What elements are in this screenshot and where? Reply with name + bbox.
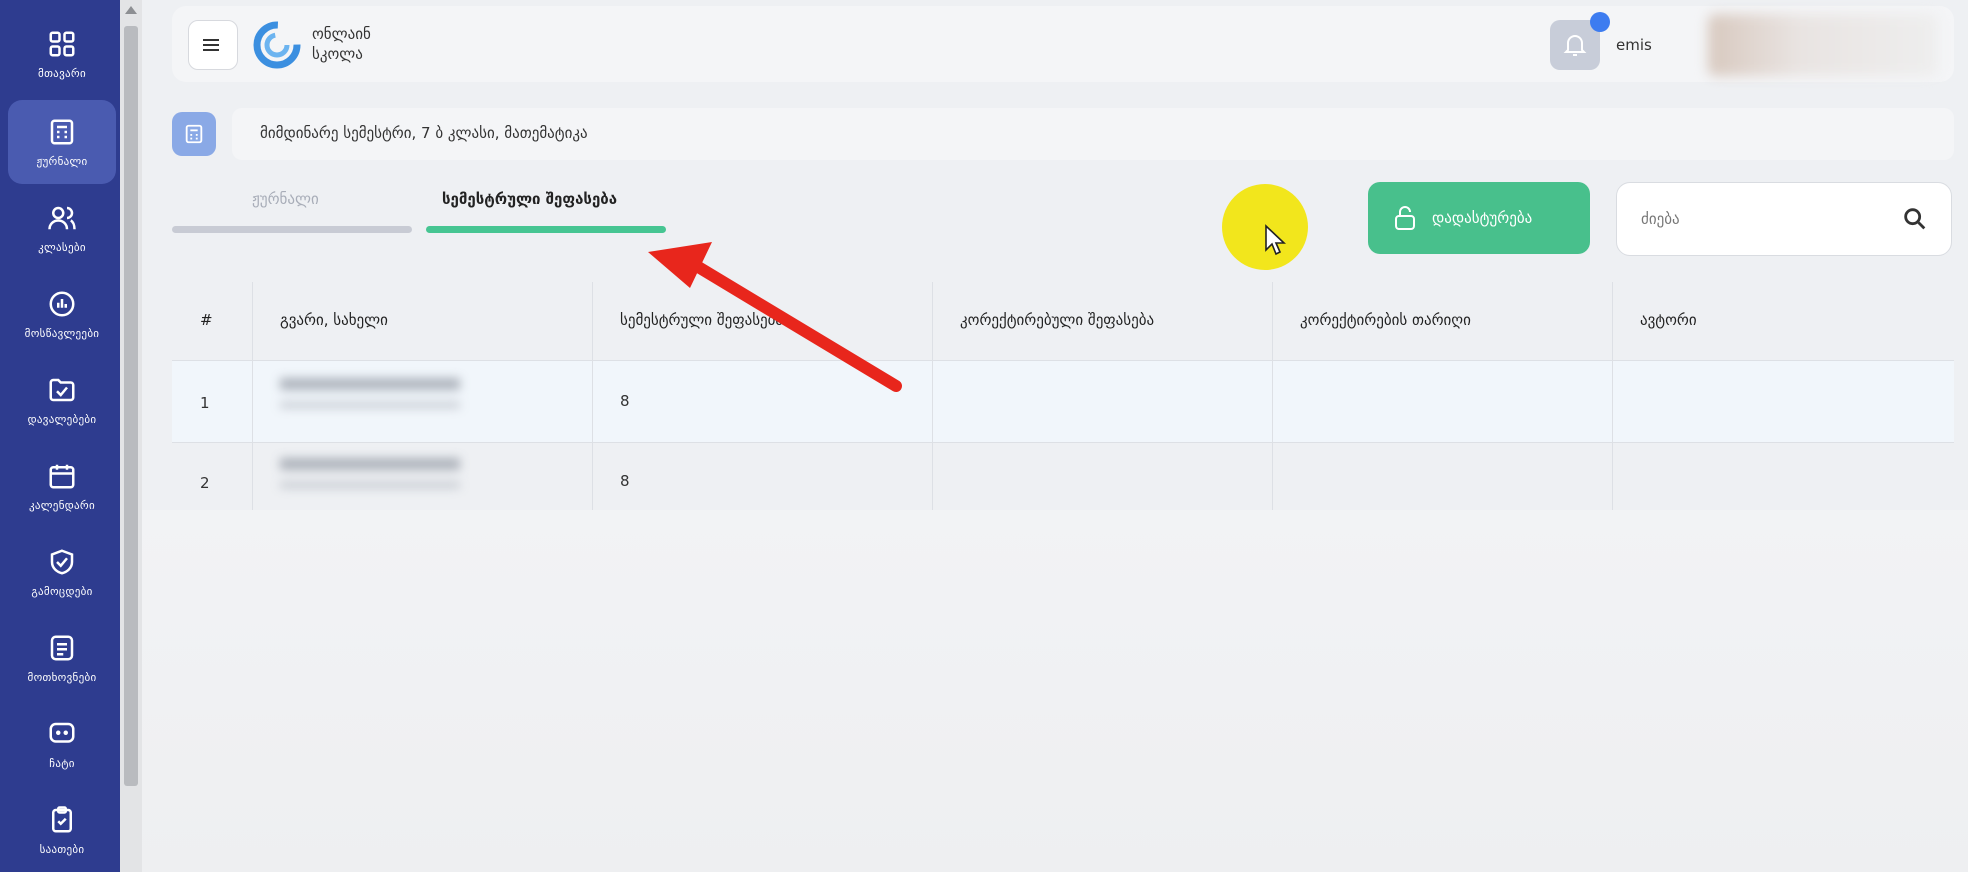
document-icon <box>50 635 74 660</box>
confirm-button[interactable]: დადასტურება <box>1368 182 1590 254</box>
table-divider <box>172 442 1954 443</box>
table-divider <box>592 282 593 524</box>
sidebar-item-label: კლასები <box>38 240 86 254</box>
chart-icon <box>49 291 75 316</box>
student-name-blurred <box>280 378 460 418</box>
breadcrumb: მიმდინარე სემესტრი, 7 ბ კლასი, მათემატიკ… <box>232 108 1954 160</box>
table-divider <box>172 360 1954 361</box>
tab-journal[interactable]: ჟურნალი <box>252 190 319 208</box>
column-header-index: # <box>200 311 213 329</box>
search-box[interactable] <box>1616 182 1952 256</box>
sidebar-item-calendar[interactable]: კალენდარი <box>8 444 116 528</box>
sidebar-item-label: გამოცდები <box>31 584 93 598</box>
column-header-semester-grade: სემესტრული შეფასება <box>620 311 784 329</box>
sidebar-item-label: კალენდარი <box>29 498 95 512</box>
sidebar-item-exams[interactable]: გამოცდები <box>8 530 116 614</box>
table-divider <box>1612 282 1613 524</box>
grades-table: # გვარი, სახელი სემესტრული შეფასება კორე… <box>172 282 1954 524</box>
table-divider <box>932 282 933 524</box>
hamburger-icon <box>203 39 219 51</box>
journal-icon <box>172 112 216 156</box>
tab-semester-grade[interactable]: სემესტრული შეფასება <box>442 190 617 208</box>
top-header: ონლაინ სკოლა emis <box>172 6 1954 82</box>
clipboard-icon <box>52 805 72 832</box>
chat-icon <box>49 722 75 743</box>
tab-indicator-inactive <box>172 226 412 233</box>
notification-badge <box>1590 12 1610 32</box>
users-icon <box>48 206 76 229</box>
row-index: 1 <box>200 394 210 412</box>
sidebar-scrollbar[interactable] <box>120 0 142 872</box>
sidebar-item-students[interactable]: მოსწავლეები <box>8 272 116 356</box>
breadcrumb-text: მიმდინარე სემესტრი, 7 ბ კლასი, მათემატიკ… <box>260 124 588 142</box>
sidebar-item-label: მოსწავლეები <box>24 326 100 340</box>
scroll-up-icon[interactable] <box>125 6 137 14</box>
semester-grade-cell[interactable]: 8 <box>620 472 630 490</box>
folder-check-icon <box>49 378 75 401</box>
sidebar-item-label: მთავარი <box>38 66 86 80</box>
user-name[interactable]: emis <box>1616 36 1652 54</box>
semester-grade-cell[interactable]: 8 <box>620 392 630 410</box>
column-header-correction-date: კორექტირების თარიღი <box>1300 311 1471 329</box>
sidebar-item-hours[interactable]: საათები <box>8 788 116 872</box>
sidebar-item-label: ჩატი <box>49 756 75 770</box>
sidebar-item-journal[interactable]: ჟურნალი <box>8 100 116 184</box>
confirm-button-label: დადასტურება <box>1432 209 1533 227</box>
sidebar-item-label: დავალებები <box>27 412 97 426</box>
mouse-cursor-icon <box>1265 224 1286 256</box>
tab-indicator-active <box>426 226 666 233</box>
sidebar-item-classes[interactable]: კლასები <box>8 186 116 270</box>
scrollbar-thumb[interactable] <box>124 26 138 786</box>
sidebar-item-label: საათები <box>39 842 85 856</box>
student-name-blurred <box>280 458 460 498</box>
search-icon[interactable] <box>1901 205 1929 233</box>
row-index: 2 <box>200 474 210 492</box>
sidebar: მთავარი ჟურნალი კლასები მოსწავლეები დავა… <box>0 0 120 872</box>
main-content: ონლაინ სკოლა emis მიმდინარე სემესტრი, 7 … <box>142 0 1968 872</box>
sidebar-item-assignments[interactable]: დავალებები <box>8 358 116 442</box>
sidebar-item-requests[interactable]: მოთხოვნები <box>8 616 116 700</box>
sidebar-item-home[interactable]: მთავარი <box>8 12 116 96</box>
table-divider <box>1272 282 1273 524</box>
column-header-corrected-grade: კორექტირებული შეფასება <box>960 311 1155 329</box>
column-header-author: ავტორი <box>1640 311 1697 329</box>
column-header-name: გვარი, სახელი <box>280 311 388 329</box>
calendar-icon <box>49 464 75 488</box>
table-divider <box>252 282 253 524</box>
logo-icon <box>253 21 301 69</box>
lock-icon <box>1395 206 1415 230</box>
menu-button[interactable] <box>188 20 238 70</box>
sidebar-item-label: მოთხოვნები <box>27 670 97 684</box>
avatar[interactable] <box>1708 14 1938 76</box>
grid-icon <box>49 31 75 56</box>
sidebar-item-label: ჟურნალი <box>36 154 88 168</box>
shield-check-icon <box>50 548 74 575</box>
logo-text: ონლაინ სკოლა <box>312 25 371 63</box>
journal-icon <box>50 119 74 144</box>
blank-area <box>142 510 1968 872</box>
bell-icon <box>1563 35 1587 56</box>
sidebar-item-chat[interactable]: ჩატი <box>8 702 116 786</box>
search-input[interactable] <box>1639 203 1883 235</box>
